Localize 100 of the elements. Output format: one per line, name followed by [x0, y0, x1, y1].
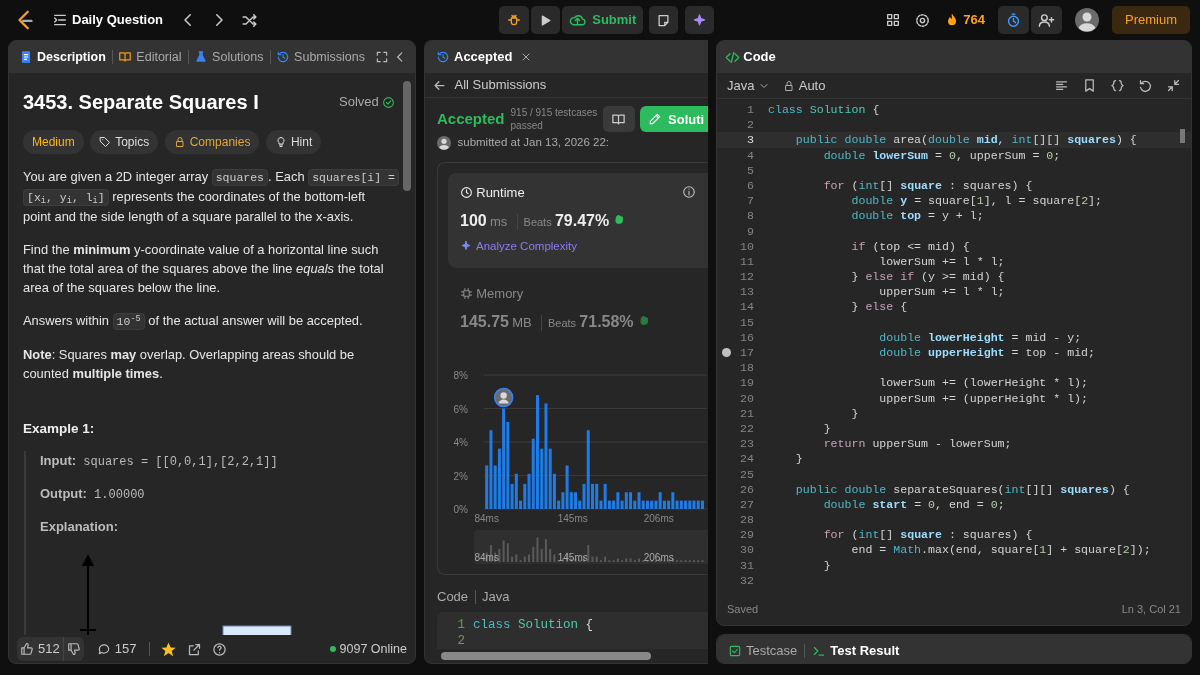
axis-label: 6% — [453, 403, 468, 415]
axis-label: 8% — [453, 369, 468, 381]
line-number: 23 — [739, 436, 754, 452]
beats-label: Beats — [516, 213, 552, 231]
stat-unit: ms — [489, 212, 508, 231]
axis-label: 2% — [453, 470, 468, 482]
line-number: 7 — [746, 193, 754, 209]
difficulty-tag[interactable]: Medium — [23, 130, 84, 154]
example-line: Input: squares = [[0,0,1],[2,2,1]] — [40, 452, 279, 472]
analyze-link[interactable]: Analyze Complexity — [460, 235, 577, 258]
code-line: return upperSum - lowerSum; — [822, 436, 1012, 452]
line-number: 13 — [739, 284, 754, 300]
code-line: lowerSum += (lowerHeight * l); — [878, 375, 1089, 391]
line-number: 4 — [746, 147, 754, 163]
line-number: 16 — [739, 329, 754, 345]
code-line: } — [850, 405, 859, 421]
online-count: 9097 Online — [339, 640, 407, 658]
line-number: 24 — [739, 451, 754, 467]
language-dropdown[interactable]: Java — [727, 73, 771, 98]
beats-value: 71.58% — [579, 311, 634, 332]
line-number: 29 — [739, 527, 754, 543]
line-number: 30 — [739, 542, 754, 558]
daily-question-link[interactable]: Daily Question — [49, 8, 167, 32]
code-line: class Solution { — [473, 618, 594, 634]
line-number: 20 — [739, 390, 754, 406]
line-number: 27 — [739, 496, 754, 513]
code-line: public double area(double mid, int[][] squares) { — [794, 132, 1137, 148]
back-link[interactable]: All Submissions — [425, 73, 708, 99]
line-number: 25 — [739, 466, 754, 482]
example-line: Explanation: — [40, 518, 119, 537]
line-number: 2 — [746, 117, 754, 133]
code-line: double y = square[1], l = square[2]; — [850, 193, 1102, 209]
code-line: double top = y + l; — [850, 208, 984, 224]
language-label: Java — [482, 587, 510, 606]
code-line: lowerSum += l * l; — [878, 253, 1005, 270]
overview-label: 84ms — [474, 551, 499, 563]
line-number: 15 — [739, 314, 754, 330]
line-number: 9 — [746, 223, 754, 239]
line-number: 21 — [739, 405, 754, 421]
cursor-position: Ln 3, Col 21 — [1121, 601, 1181, 617]
panel-tab[interactable]: Solutions — [192, 45, 266, 69]
panel-tab[interactable]: Description — [17, 45, 108, 69]
stat-value: 100 — [460, 210, 487, 231]
line-number: 10 — [739, 238, 754, 254]
stat-card[interactable]: Memory 145.75 MB Beats 71.58% — [448, 273, 708, 344]
line-number: 26 — [739, 481, 754, 497]
stat-card[interactable]: Runtime 100 ms Beats 79.47% Analyze Complexity — [448, 172, 708, 268]
line-number: 31 — [739, 557, 754, 573]
line-number: 2 — [456, 633, 465, 649]
code-line: } else if (y >= mid) { — [850, 269, 1005, 285]
stat-value: 145.75 — [460, 311, 509, 332]
overview-label: 145ms — [557, 551, 588, 563]
panel-tab[interactable]: Testcase — [725, 639, 801, 663]
panel-tab[interactable]: Test Result — [809, 639, 903, 663]
code-line: } — [822, 420, 831, 437]
beats-label: Beats — [540, 314, 577, 332]
section-title: Code — [437, 587, 469, 606]
result-status: Accepted — [437, 109, 505, 130]
line-number: 14 — [739, 299, 754, 315]
beats-value: 79.47% — [554, 210, 610, 231]
axis-label: 0% — [453, 503, 468, 515]
solved-status: Solved — [339, 93, 379, 112]
code-line: for (int[] square : squares) { — [822, 177, 1033, 194]
code-line: double lowerSum = 0, upperSum = 0; — [822, 147, 1061, 163]
line-number: 22 — [739, 420, 754, 437]
axis-label: 4% — [453, 436, 468, 448]
panel-tab[interactable]: Submissions — [274, 45, 367, 69]
testcase-count: 915 / 915 testcases passed — [510, 106, 599, 133]
code-line: if (top <= mid) { — [850, 238, 970, 254]
code-line: upperSum += (upperHeight * l); — [878, 390, 1089, 406]
code-line: class Solution { — [768, 102, 880, 118]
line-number: 1 — [746, 102, 754, 118]
submit-button[interactable]: Submit — [562, 6, 643, 34]
line-number: 6 — [746, 177, 754, 194]
submitted-time: submitted at Jan 13, 2026 22: — [457, 135, 610, 151]
mode-label: Auto — [798, 76, 826, 95]
stat-unit: MB — [512, 313, 532, 332]
line-number: 5 — [746, 162, 754, 178]
line-number: 19 — [739, 375, 754, 391]
code-line: public double separateSquares(int[][] squares) { — [794, 481, 1130, 497]
axis-label: 145ms — [557, 512, 588, 524]
line-number: 11 — [739, 253, 754, 270]
hint-tag[interactable]: Hint — [265, 130, 322, 154]
panel-tab[interactable]: Editorial — [116, 45, 184, 69]
premium-button[interactable]: Premium — [1112, 6, 1190, 34]
companies-tag[interactable]: Companies — [164, 130, 260, 154]
panel-title: Code — [743, 48, 776, 67]
comments-button[interactable]: 157 — [93, 637, 140, 661]
line-number: 18 — [739, 360, 754, 376]
line-number: 17 — [739, 345, 754, 361]
problem-title: 3453. Separate Squares I — [23, 90, 259, 115]
line-number: 28 — [739, 512, 754, 528]
topics-tag[interactable]: Topics — [90, 130, 159, 154]
code-line: } — [794, 451, 803, 467]
code-line: end = Math.max(end, square[1] + square[2]); — [850, 542, 1151, 558]
code-line: } else { — [850, 299, 908, 315]
axis-label: 84ms — [474, 512, 499, 524]
overview-label: 206ms — [643, 551, 674, 563]
line-number: 12 — [739, 269, 754, 285]
axis-label: 206ms — [643, 512, 674, 524]
